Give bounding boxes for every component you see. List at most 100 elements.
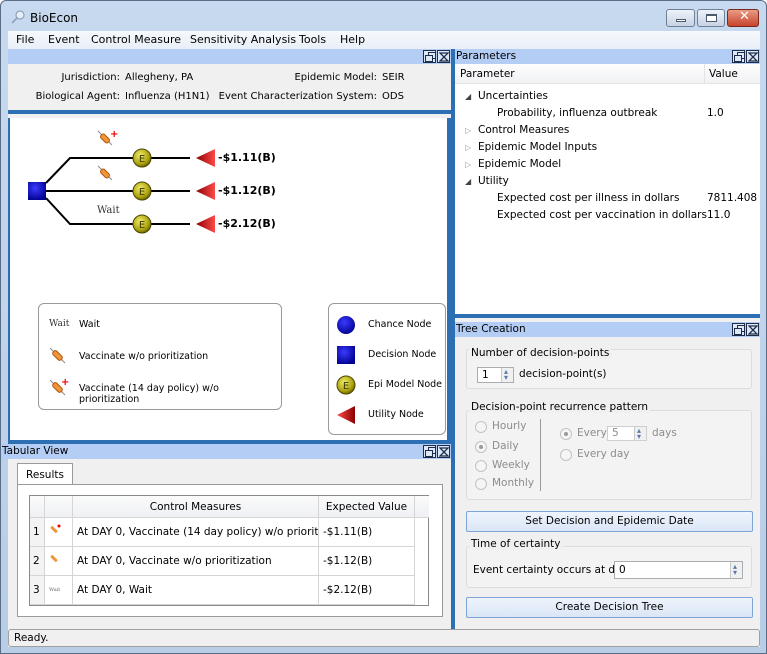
menu-sensitivity-analysis[interactable]: Sensitivity Analysis [190, 33, 296, 46]
group-title: Time of certainty [469, 538, 563, 550]
collapsed-arrow-icon[interactable]: ▷ [465, 139, 471, 156]
tree-item-uncertainties[interactable]: ◢ Uncertainties [455, 88, 760, 105]
spin-arrows-icon[interactable] [634, 424, 646, 443]
utility-node-icon[interactable] [196, 182, 215, 200]
minimize-icon [676, 19, 686, 22]
expanded-arrow-icon[interactable]: ◢ [465, 173, 471, 190]
results-table: Control Measures Expected Value 1 At DAY… [29, 495, 429, 606]
column-header-control-measures[interactable]: Control Measures [73, 496, 319, 518]
set-decision-date-button[interactable]: Set Decision and Epidemic Date [466, 511, 753, 532]
menu-bar: File Event Control Measure Sensitivity A… [8, 31, 760, 49]
dock-close-button[interactable] [746, 50, 759, 63]
dock-close-button[interactable] [437, 50, 450, 63]
legend-label: Epi Model Node [368, 379, 443, 390]
radio-every-n-days[interactable] [560, 428, 572, 440]
svg-text:E: E [139, 187, 145, 198]
radio-label: Monthly [492, 477, 535, 489]
collapsed-arrow-icon[interactable]: ▷ [465, 122, 471, 139]
radio-monthly[interactable] [475, 478, 487, 490]
tree-item-epidemic-model-inputs[interactable]: ▷ Epidemic Model Inputs [455, 139, 760, 156]
decision-tree-canvas[interactable]: E E E + Wait E -$1.11(B) -$1.12(B) -$2.1… [8, 118, 451, 440]
agent-value: Influenza (H1N1) [125, 91, 210, 102]
tree-item-label: Epidemic Model Inputs [478, 141, 598, 153]
legend-label: Utility Node [368, 409, 424, 420]
tree-item[interactable]: Expected cost per illness in dollars 781… [455, 190, 760, 207]
menu-file[interactable]: File [16, 33, 34, 46]
tree-item-control-measures[interactable]: ▷ Control Measures [455, 122, 760, 139]
minimize-button[interactable] [666, 9, 695, 27]
hourglass-close-icon [748, 325, 758, 335]
decision-points-spinbox[interactable]: 1 [477, 365, 514, 385]
tab-results[interactable]: Results [17, 463, 73, 485]
tree-item[interactable]: Probability, influenza outbreak 1.0 [455, 105, 760, 122]
radio-weekly[interactable] [475, 460, 487, 472]
wait-icon: Wait [49, 319, 70, 329]
hourglass-close-icon [439, 447, 449, 457]
menu-event[interactable]: Event [48, 33, 80, 46]
group-title: Decision-point recurrence pattern [469, 401, 651, 413]
legend-label: Vaccinate (14 day policy) w/o prioritiza… [79, 383, 219, 405]
divider [540, 419, 541, 491]
parameters-title: Parameters [455, 49, 760, 64]
expanded-arrow-icon[interactable]: ◢ [465, 88, 471, 105]
expected-value-cell: -$1.11(B) [319, 518, 415, 547]
tree-item-label: Probability, influenza outbreak [497, 107, 658, 119]
float-button[interactable] [423, 50, 436, 63]
float-button[interactable] [423, 445, 436, 458]
column-header-parameter[interactable]: Parameter [460, 64, 515, 84]
agent-label: Biological Agent: [35, 91, 120, 102]
menu-control-measure[interactable]: Control Measure [91, 33, 181, 46]
spin-arrows-icon[interactable] [730, 559, 742, 581]
epi-model-node-icon[interactable]: E [132, 181, 152, 201]
epi-model-node-icon[interactable]: E [132, 148, 152, 168]
parameters-tree: Parameter Value ◢ Uncertainties Probabil… [455, 64, 760, 318]
tree-item-label: Utility [478, 175, 509, 187]
float-button[interactable] [732, 50, 745, 63]
app-window: BioEcon ✕ File Event Control Measure Sen… [0, 0, 767, 654]
decision-points-suffix: decision-point(s) [519, 368, 607, 380]
maximize-button[interactable] [697, 9, 725, 27]
radio-daily[interactable] [475, 441, 487, 453]
client-area: Jurisdiction: Allegheny, PA Biological A… [1, 49, 760, 647]
dock-close-button[interactable] [746, 323, 759, 336]
tabular-view-title: Tabular View [1, 444, 451, 459]
syringe-icon [49, 347, 66, 364]
utility-node-icon[interactable] [196, 215, 215, 233]
days-label: days [652, 427, 677, 439]
radio-every-day[interactable] [560, 449, 572, 461]
certainty-label: Event certainty occurs at day [473, 564, 628, 576]
certainty-day-spinbox[interactable]: 0 [614, 559, 743, 581]
tabular-view-panel: Tabular View Results Control Measures Ex… [1, 444, 451, 629]
float-button[interactable] [732, 323, 745, 336]
syringe-plus-icon [45, 518, 73, 547]
epi-model-node-icon[interactable]: E [132, 214, 152, 234]
jurisdiction-value: Allegheny, PA [125, 72, 194, 83]
dock-close-button[interactable] [437, 445, 450, 458]
collapsed-arrow-icon[interactable]: ▷ [465, 156, 471, 173]
decision-node-icon[interactable] [28, 182, 46, 200]
tree-item-epidemic-model[interactable]: ▷ Epidemic Model [455, 156, 760, 173]
utility-node-icon[interactable] [196, 149, 215, 167]
menu-help[interactable]: Help [340, 33, 365, 46]
syringe-icon [45, 547, 73, 576]
panel-title: Tabular View [2, 445, 69, 457]
tree-item-label: Expected cost per illness in dollars [497, 192, 680, 204]
radio-label: Hourly [492, 420, 527, 432]
status-bar: Ready. [8, 629, 760, 647]
maximize-icon [706, 14, 717, 22]
hourglass-close-icon [748, 52, 758, 62]
branch-value: -$2.12(B) [218, 217, 276, 230]
radio-hourly[interactable] [475, 421, 487, 433]
menu-tools[interactable]: Tools [299, 33, 326, 46]
every-days-spinbox[interactable]: 5 [607, 424, 647, 443]
spin-arrows-icon[interactable] [501, 365, 513, 385]
svg-text:+: + [110, 129, 118, 140]
column-header-expected-value[interactable]: Expected Value [319, 496, 415, 518]
ecs-label: Event Characterization System: [218, 91, 377, 102]
create-decision-tree-button[interactable]: Create Decision Tree [466, 597, 753, 618]
close-button[interactable]: ✕ [727, 9, 759, 27]
tree-item[interactable]: Expected cost per vaccination in dollars… [455, 207, 760, 224]
spinbox-value: 1 [482, 369, 489, 381]
column-header-value[interactable]: Value [704, 64, 738, 84]
tree-item-utility[interactable]: ◢ Utility [455, 173, 760, 190]
